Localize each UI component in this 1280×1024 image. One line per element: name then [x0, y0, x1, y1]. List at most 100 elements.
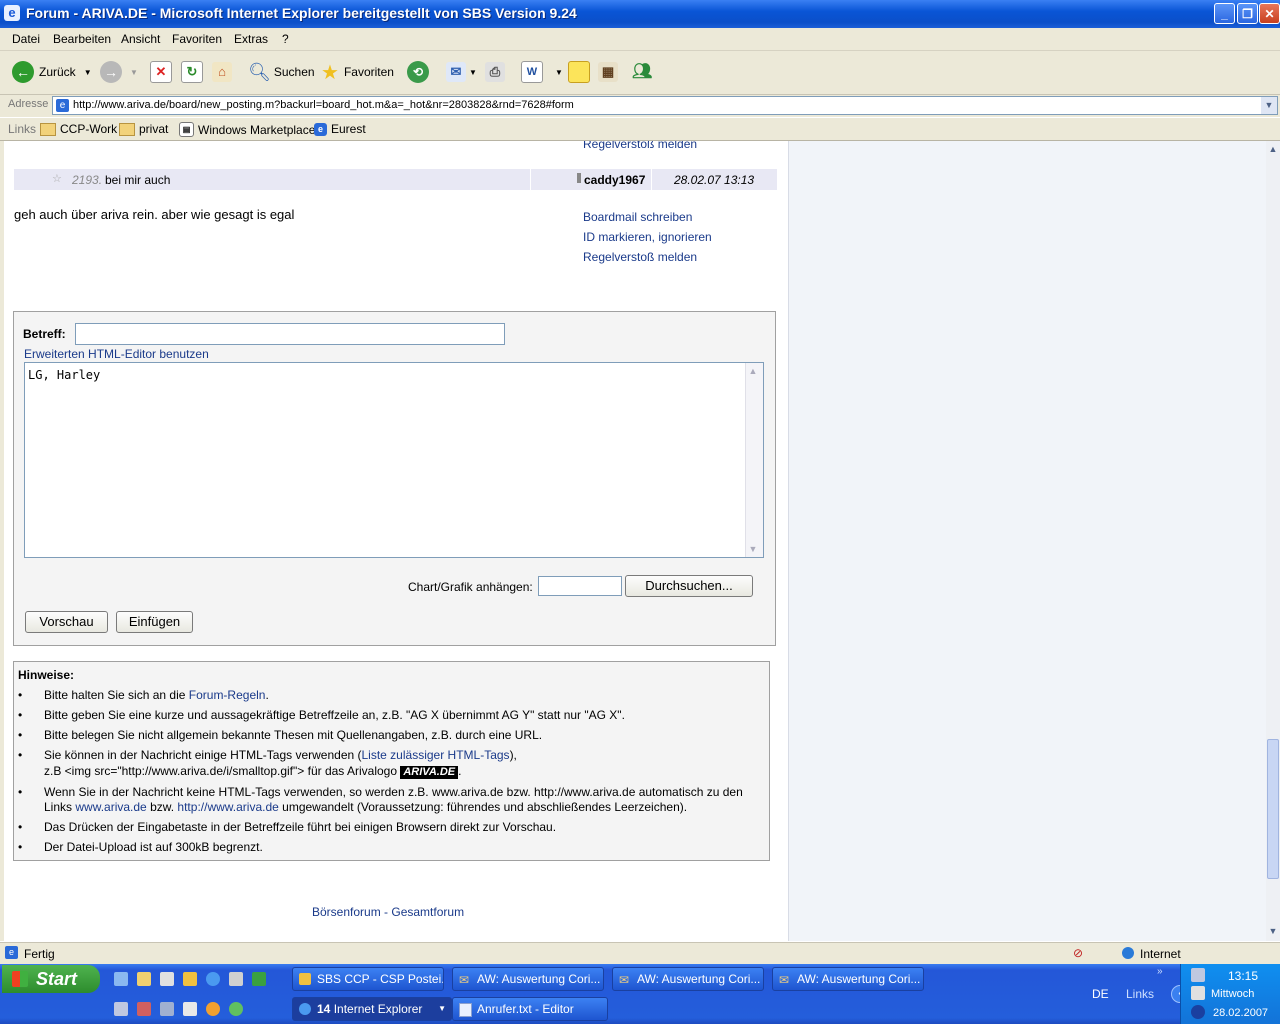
excel-icon[interactable] — [252, 972, 266, 986]
scroll-down-icon[interactable]: ▼ — [1266, 923, 1280, 939]
printer-icon[interactable] — [160, 972, 174, 986]
edit-word-button[interactable]: W ▼ — [521, 59, 563, 85]
notes-button[interactable] — [568, 59, 590, 85]
stop-button[interactable]: ✕ — [150, 59, 172, 85]
mail-dropdown-icon[interactable]: ▼ — [469, 68, 477, 77]
hint-text: Bitte halten Sie sich an die — [44, 688, 189, 702]
link-windows-marketplace[interactable]: ▤ Windows Marketplace — [179, 122, 315, 137]
attach-file-input[interactable] — [538, 576, 622, 596]
search-button[interactable]: 🔍︎ Suchen — [248, 59, 315, 85]
home-button[interactable]: ⌂ — [212, 59, 232, 85]
task-mail-2[interactable]: ✉ AW: Auswertung Cori... — [612, 967, 764, 991]
settings-icon[interactable] — [114, 1002, 128, 1016]
address-input[interactable]: e http://www.ariva.de/board/new_posting.… — [52, 96, 1278, 115]
gesamtforum-link[interactable]: Gesamtforum — [391, 905, 464, 919]
audio-tray-icon[interactable] — [1191, 1005, 1205, 1019]
menu-bearbeiten[interactable]: Bearbeiten — [53, 32, 111, 46]
address-dropdown-icon[interactable]: ▼ — [1261, 97, 1277, 114]
server-tray-icon[interactable] — [1191, 986, 1205, 1000]
menu-help[interactable]: ? — [282, 32, 289, 46]
network-icon[interactable] — [160, 1002, 174, 1016]
page-scrollbar[interactable]: ▲ ▼ — [1266, 141, 1280, 941]
menu-ansicht[interactable]: Ansicht — [121, 32, 160, 46]
ie-app-icon[interactable]: e — [4, 5, 20, 21]
link-eurest[interactable]: e Eurest — [314, 122, 366, 136]
favorites-button[interactable]: ★ Favoriten — [321, 59, 394, 85]
back-button[interactable]: ← Zurück ▼ — [12, 59, 92, 85]
scroll-up-icon[interactable]: ▲ — [1266, 141, 1280, 157]
quicklaunch-icon[interactable] — [114, 972, 128, 986]
hint-text: Links — [44, 800, 76, 814]
tool-icon[interactable] — [137, 1002, 151, 1016]
media-icon[interactable] — [206, 1002, 220, 1016]
keyboard-icon[interactable] — [229, 972, 243, 986]
research-button[interactable]: ▦ — [598, 59, 618, 85]
globe-icon[interactable] — [229, 1002, 243, 1016]
link-ccp-work[interactable]: CCP-Work — [40, 122, 117, 136]
history-button[interactable]: ⟲ — [407, 59, 429, 85]
minimize-button[interactable]: _ — [1214, 3, 1235, 24]
task-sbs-ccp[interactable]: SBS CCP - CSP Postei... — [292, 967, 444, 991]
scroll-up-icon[interactable]: ▲ — [746, 363, 760, 379]
menu-datei[interactable]: Datei — [12, 32, 40, 46]
star-icon[interactable]: ☆ — [52, 172, 62, 185]
document-icon[interactable] — [183, 1002, 197, 1016]
scrollbar-thumb[interactable] — [1267, 739, 1279, 879]
restore-button[interactable]: ❐ — [1237, 3, 1258, 24]
chevron-icon[interactable]: » — [1157, 966, 1163, 977]
boersenforum-link[interactable]: Börsenforum — [312, 905, 381, 919]
bullet: • — [18, 688, 23, 702]
mail-button[interactable]: ✉ ▼ — [446, 59, 477, 85]
report-link[interactable]: Regelverstoß melden — [583, 250, 697, 264]
messenger-button[interactable]: 👥︎ — [632, 59, 652, 85]
task-mail-1[interactable]: ✉ AW: Auswertung Cori... — [452, 967, 604, 991]
mark-ignore-link[interactable]: ID markieren, ignorieren — [583, 230, 712, 244]
report-link-previous[interactable]: Regelverstoß melden — [583, 141, 697, 151]
language-indicator[interactable]: DE — [1092, 987, 1109, 1001]
task-internet-explorer-group[interactable]: 14 Internet Explorer ▼ — [292, 997, 452, 1021]
forward-button[interactable]: → ▼ — [100, 59, 138, 85]
menu-favoriten[interactable]: Favoriten — [172, 32, 222, 46]
window-title-bar[interactable]: e Forum - ARIVA.DE - Microsoft Internet … — [0, 0, 1280, 28]
preview-button[interactable]: Vorschau — [25, 611, 108, 633]
task-editor[interactable]: Anrufer.txt - Editor — [452, 997, 608, 1021]
forum-rules-link[interactable]: Forum-Regeln — [189, 688, 266, 702]
link-privat[interactable]: privat — [119, 122, 168, 136]
clock-time[interactable]: 13:15 — [1228, 969, 1258, 983]
close-button[interactable]: ✕ — [1259, 3, 1280, 24]
print-button[interactable]: ⎙ — [485, 59, 505, 85]
browse-button[interactable]: Durchsuchen... — [625, 575, 753, 597]
subject-input[interactable] — [75, 323, 505, 345]
html-editor-link[interactable]: Erweiterten HTML-Editor benutzen — [24, 347, 209, 361]
ariva-http-link[interactable]: http://www.ariva.de — [177, 800, 278, 814]
start-button[interactable]: Start — [2, 965, 100, 993]
forward-dropdown-icon[interactable]: ▼ — [130, 68, 138, 77]
link-privat-label: privat — [139, 122, 169, 136]
boardmail-link[interactable]: Boardmail schreiben — [583, 210, 692, 224]
popup-blocker-icon[interactable]: ⊘ — [1073, 946, 1083, 960]
clock-icon[interactable] — [183, 972, 197, 986]
scroll-down-icon[interactable]: ▼ — [746, 541, 760, 557]
ie-icon[interactable] — [206, 972, 220, 986]
subject-label: Betreff: — [23, 327, 66, 341]
attach-label: Chart/Grafik anhängen: — [408, 580, 533, 594]
task-label: Internet Explorer — [333, 1002, 423, 1016]
html-tags-link[interactable]: Liste zulässiger HTML-Tags — [362, 748, 510, 762]
print-icon: ⎙ — [485, 62, 505, 82]
task-mail-3[interactable]: ✉ AW: Auswertung Cori... — [772, 967, 924, 991]
textarea-scrollbar[interactable]: ▲ ▼ — [745, 363, 763, 557]
user-status-icon — [577, 173, 581, 183]
post-author[interactable]: caddy1967 — [584, 173, 645, 187]
hint-text: umgewandelt (Voraussetzung: führendes un… — [278, 800, 688, 814]
footer-links: Börsenforum - Gesamtforum — [312, 905, 464, 919]
folder-icon[interactable] — [137, 972, 151, 986]
links-toolbar-label[interactable]: Links — [1126, 987, 1154, 1001]
ariva-link[interactable]: www.ariva.de — [75, 800, 146, 814]
network-tray-icon[interactable] — [1191, 968, 1205, 982]
message-textarea[interactable]: LG, Harley ▲ ▼ — [24, 362, 764, 558]
refresh-button[interactable]: ↻ — [181, 59, 203, 85]
submit-button[interactable]: Einfügen — [116, 611, 193, 633]
edit-dropdown-icon[interactable]: ▼ — [555, 68, 563, 77]
back-dropdown-icon[interactable]: ▼ — [84, 68, 92, 77]
menu-extras[interactable]: Extras — [234, 32, 268, 46]
